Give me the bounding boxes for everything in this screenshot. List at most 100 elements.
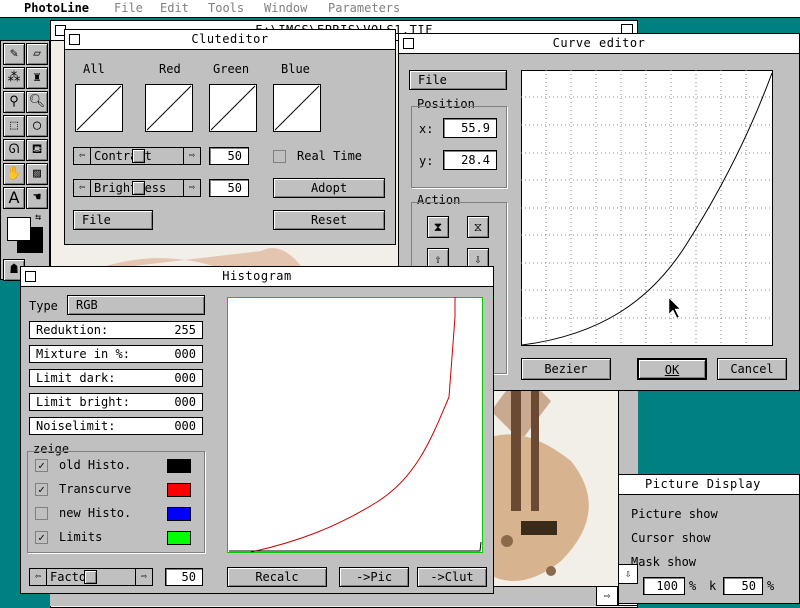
transcurve-label[interactable]: Transcurve bbox=[59, 482, 131, 496]
channel-red-curve[interactable] bbox=[145, 84, 193, 132]
mask-show-label[interactable]: Mask show bbox=[631, 555, 696, 569]
rect-select-icon[interactable]: ⬚ bbox=[3, 115, 25, 137]
lasso-icon[interactable]: ᘏ bbox=[3, 139, 25, 161]
hist-row-label: Mixture in %: bbox=[36, 347, 130, 361]
transcurve-checkbox[interactable]: ✓ bbox=[35, 483, 48, 496]
hist-row-value: 000 bbox=[174, 371, 196, 385]
tool-palette: ✎ ▱ ⁂ ♜ ⚲ 🔍︎ ⬚ ◯ ᘏ ⛾ ✋ ▨ A ☚ ⇆ ☗ bbox=[0, 40, 50, 281]
bezier-button[interactable]: Bezier bbox=[521, 358, 611, 380]
menu-window[interactable]: Window bbox=[264, 1, 307, 15]
curve-cancel-button[interactable]: Cancel bbox=[717, 358, 787, 380]
realtime-label[interactable]: Real Time bbox=[297, 149, 362, 163]
channel-blue-curve[interactable] bbox=[273, 84, 321, 132]
histogram-title: Histogram bbox=[216, 269, 298, 283]
brightness-slider[interactable]: ⇦ Brightness ⇨ bbox=[73, 179, 201, 197]
hist-row-value: 255 bbox=[174, 323, 196, 337]
contrast-thumb[interactable] bbox=[132, 149, 145, 163]
new-histo-swatch[interactable] bbox=[167, 507, 191, 521]
histogram-titlebar: Histogram bbox=[21, 267, 493, 287]
eraser-icon[interactable]: ▱ bbox=[26, 43, 48, 65]
cluteditor-file-button[interactable]: File bbox=[73, 210, 153, 230]
new-histo-checkbox[interactable] bbox=[35, 507, 48, 520]
limits-checkbox[interactable]: ✓ bbox=[35, 531, 48, 544]
curve-plot[interactable] bbox=[521, 70, 773, 346]
display-k-field[interactable]: 50 bbox=[723, 577, 763, 595]
hist-type-select[interactable]: RGB bbox=[67, 295, 205, 315]
hist-row-label: Reduktion: bbox=[36, 323, 109, 337]
factor-slider[interactable]: ⇦ Factor ⇨ bbox=[29, 568, 153, 586]
menu-parameters[interactable]: Parameters bbox=[328, 1, 400, 15]
old-histo-label[interactable]: old Histo. bbox=[59, 458, 131, 472]
to-pic-button[interactable]: ->Pic bbox=[339, 567, 409, 587]
contrast-slider[interactable]: ⇦ Contrast ⇨ bbox=[73, 147, 201, 165]
position-y-field[interactable]: 28.4 bbox=[443, 150, 497, 170]
channel-all-curve[interactable] bbox=[75, 84, 123, 132]
position-y-label: y: bbox=[419, 154, 434, 168]
curve-editor-file-button[interactable]: File bbox=[409, 70, 507, 90]
ellipse-select-icon[interactable]: ◯ bbox=[26, 115, 48, 137]
pencil-icon[interactable]: ✎ bbox=[3, 43, 25, 65]
contrast-value-field[interactable]: 50 bbox=[209, 147, 249, 165]
limits-swatch[interactable] bbox=[167, 531, 191, 545]
brightness-thumb[interactable] bbox=[132, 181, 145, 195]
to-clut-button[interactable]: ->Clut bbox=[417, 567, 487, 587]
insert-all-icon[interactable]: ⧖ bbox=[467, 216, 489, 238]
channel-red-label: Red bbox=[159, 62, 181, 76]
new-histo-label[interactable]: new Histo. bbox=[59, 506, 131, 520]
factor-value-field[interactable]: 50 bbox=[165, 568, 203, 586]
picture-show-label[interactable]: Picture show bbox=[631, 507, 718, 521]
eyedropper-icon[interactable]: ⚲ bbox=[3, 91, 25, 113]
factor-right-arrow-icon[interactable]: ⇨ bbox=[135, 569, 152, 585]
curve-ok-button[interactable]: OK bbox=[637, 358, 707, 380]
realtime-checkbox[interactable] bbox=[273, 150, 286, 163]
document-vscroll-down-front[interactable]: ⇩ bbox=[618, 564, 638, 584]
brightness-left-arrow-icon[interactable]: ⇦ bbox=[74, 180, 91, 196]
menu-tools[interactable]: Tools bbox=[208, 1, 244, 15]
cluteditor-titlebar: Cluteditor bbox=[65, 30, 395, 50]
factor-left-arrow-icon[interactable]: ⇦ bbox=[30, 569, 47, 585]
old-histo-checkbox[interactable]: ✓ bbox=[35, 459, 48, 472]
channel-green-curve[interactable] bbox=[209, 84, 257, 132]
cluteditor-adopt-button[interactable]: Adopt bbox=[273, 178, 385, 198]
channel-green-label: Green bbox=[213, 62, 250, 76]
document-hscroll-right[interactable]: ⇨ bbox=[596, 586, 618, 606]
factor-thumb[interactable] bbox=[84, 570, 97, 584]
hist-row-reduktion[interactable]: Reduktion: 255 bbox=[29, 321, 203, 339]
limits-label[interactable]: Limits bbox=[59, 530, 102, 544]
hand-icon[interactable]: ☚ bbox=[26, 187, 48, 209]
transcurve-swatch[interactable] bbox=[167, 483, 191, 497]
insert-point-icon[interactable]: ⧗ bbox=[427, 216, 449, 238]
hist-row-limit-bright[interactable]: Limit bright: 000 bbox=[29, 393, 203, 411]
brightness-right-arrow-icon[interactable]: ⇨ bbox=[183, 180, 200, 196]
brightness-value-field[interactable]: 50 bbox=[209, 179, 249, 197]
cursor-show-label[interactable]: Cursor show bbox=[631, 531, 710, 545]
hist-type-label: Type bbox=[29, 299, 58, 313]
contrast-right-arrow-icon[interactable]: ⇨ bbox=[183, 148, 200, 164]
gradient-icon[interactable]: ▨ bbox=[26, 163, 48, 185]
smudge-icon[interactable]: ✋ bbox=[3, 163, 25, 185]
magnifier-icon[interactable]: 🔍︎ bbox=[26, 91, 48, 113]
stamp-icon[interactable]: ♜ bbox=[26, 67, 48, 89]
histogram-plot bbox=[227, 297, 483, 553]
position-x-label: x: bbox=[419, 122, 434, 136]
text-tool-icon[interactable]: A bbox=[3, 187, 25, 209]
curve-editor-title: Curve editor bbox=[546, 36, 652, 50]
fill-bucket-icon[interactable]: ⛾ bbox=[26, 139, 48, 161]
swap-colors-icon[interactable]: ⇆ bbox=[35, 213, 47, 225]
foreground-color-swatch[interactable] bbox=[7, 217, 31, 241]
hist-row-mixture[interactable]: Mixture in %: 000 bbox=[29, 345, 203, 363]
old-histo-swatch[interactable] bbox=[167, 459, 191, 473]
hist-row-value: 000 bbox=[174, 395, 196, 409]
spray-icon[interactable]: ⁂ bbox=[3, 67, 25, 89]
menu-edit[interactable]: Edit bbox=[160, 1, 189, 15]
hist-row-noiselimit[interactable]: Noiselimit: 000 bbox=[29, 417, 203, 435]
position-x-field[interactable]: 55.9 bbox=[443, 118, 497, 138]
display-zoom-field[interactable]: 100 bbox=[643, 577, 685, 595]
display-k-label: k bbox=[709, 579, 717, 593]
recalc-button[interactable]: Recalc bbox=[227, 567, 327, 587]
contrast-left-arrow-icon[interactable]: ⇦ bbox=[74, 148, 91, 164]
menu-file[interactable]: File bbox=[114, 1, 143, 15]
picture-display-titlebar: Picture Display bbox=[619, 475, 799, 495]
cluteditor-reset-button[interactable]: Reset bbox=[273, 210, 385, 230]
hist-row-limit-dark[interactable]: Limit dark: 000 bbox=[29, 369, 203, 387]
